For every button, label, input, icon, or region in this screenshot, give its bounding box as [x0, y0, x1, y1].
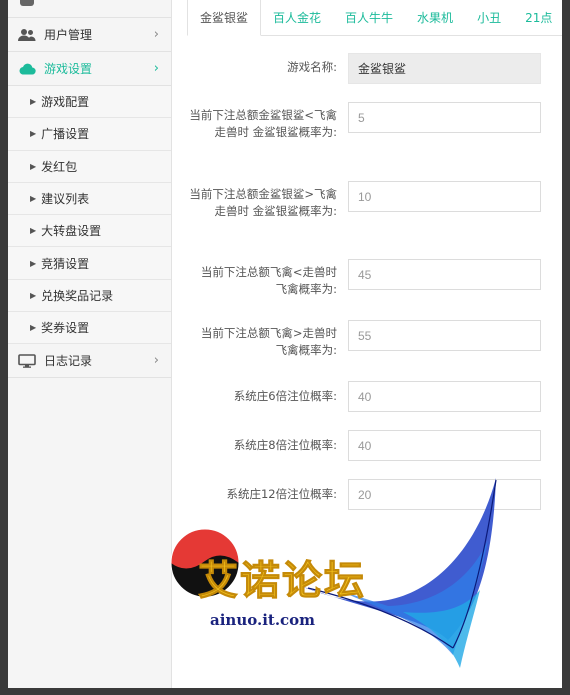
- app-frame: 用户管理 › 游戏设置 › ▶ 游戏配置 ▶ 广播设置 ▶ 发红包 ▶ 建议列表 ▶ 大转…: [8, 0, 562, 688]
- watermark-text: 艾诺论坛: [198, 558, 366, 605]
- watermark-url: ainuo.it.com: [210, 611, 316, 629]
